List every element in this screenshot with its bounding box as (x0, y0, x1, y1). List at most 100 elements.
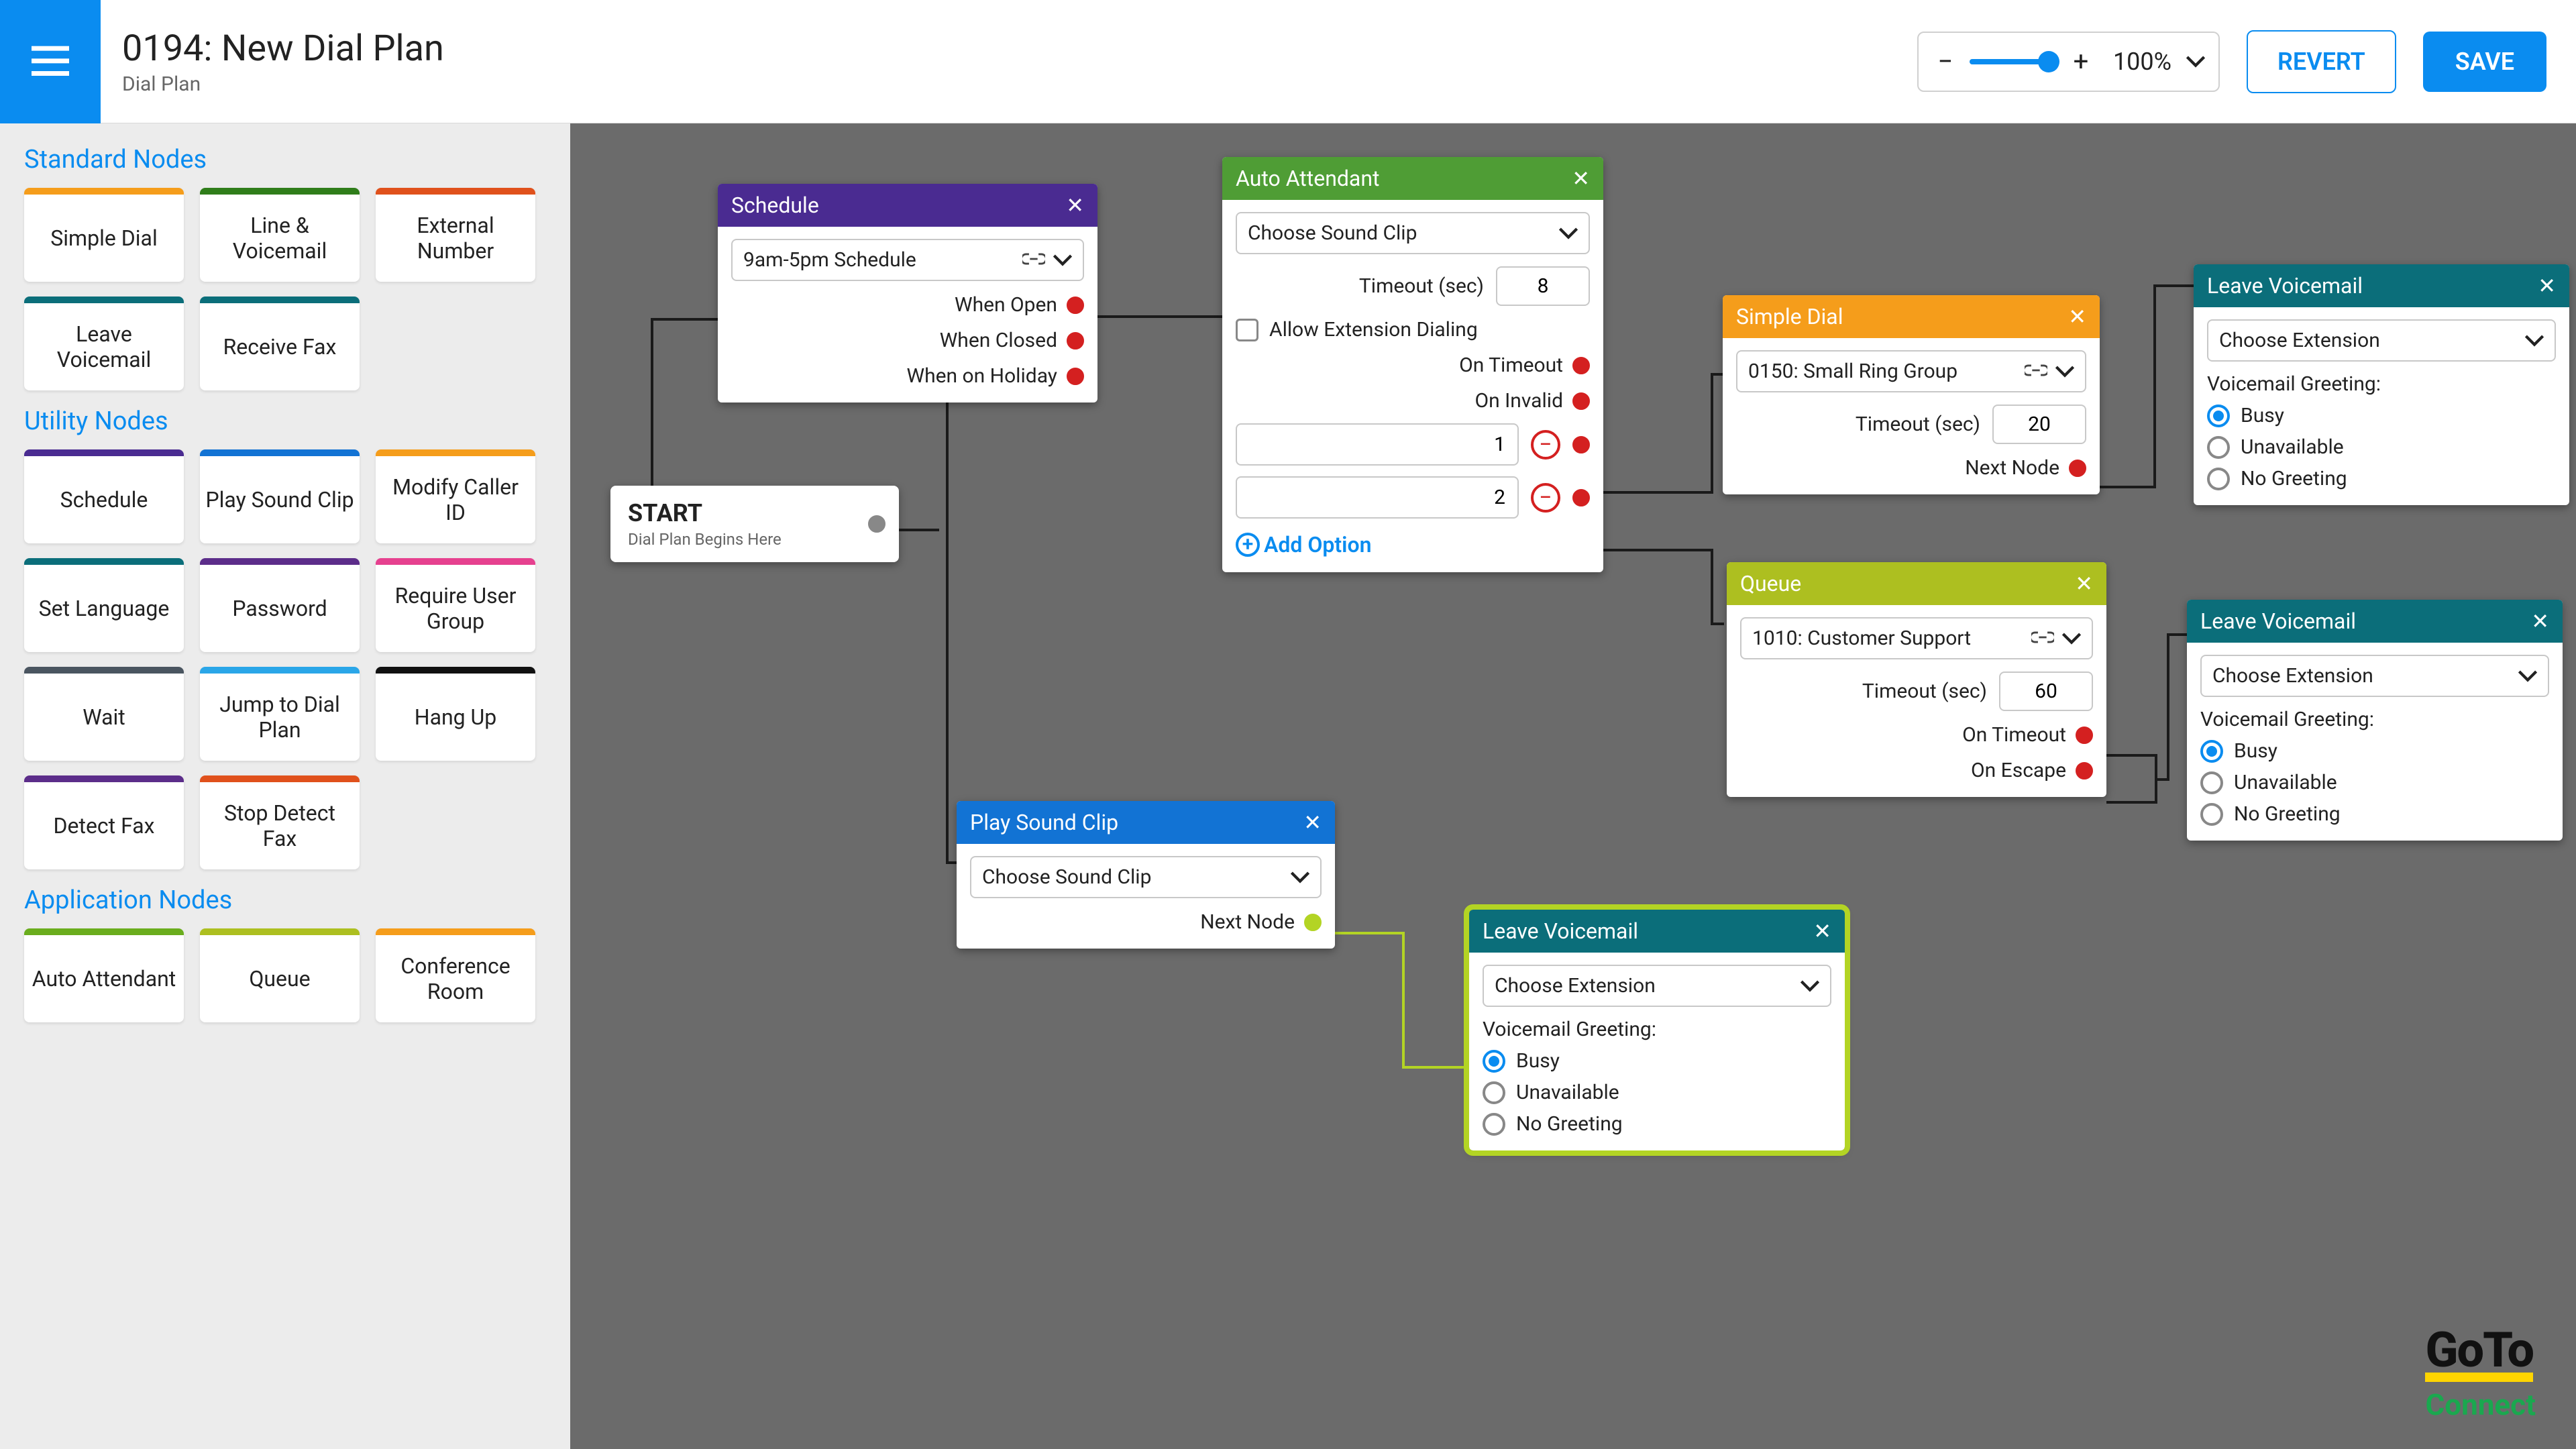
vm1-title: Leave Voicemail (2207, 273, 2363, 299)
tile-line-voicemail[interactable]: Line & Voicemail (200, 188, 360, 282)
node-auto-attendant[interactable]: Auto Attendant ✕ Choose Sound Clip Timeo… (1222, 157, 1603, 572)
port-when-closed[interactable] (1067, 332, 1084, 350)
node-start[interactable]: START Dial Plan Begins Here (610, 486, 899, 562)
port-when-open[interactable] (1067, 297, 1084, 314)
plus-icon: + (1236, 533, 1260, 557)
tile-wait[interactable]: Wait (24, 667, 184, 761)
chevron-down-icon[interactable] (2186, 56, 2205, 68)
aa-timeout-input[interactable] (1496, 266, 1590, 306)
radio-no-greeting[interactable] (2200, 803, 2223, 826)
title-block: 0194: New Dial Plan Dial Plan (122, 28, 444, 96)
aa-allow-ext-checkbox[interactable] (1236, 319, 1258, 341)
vm-picker[interactable]: Choose Extension (1483, 965, 1831, 1007)
tile-external-number[interactable]: External Number (376, 188, 535, 282)
sd-timeout-input[interactable] (1992, 405, 2086, 444)
radio-unavailable[interactable] (2207, 436, 2230, 459)
port-option-1[interactable] (1572, 436, 1590, 453)
tile-queue[interactable]: Queue (200, 928, 360, 1022)
tile-schedule[interactable]: Schedule (24, 449, 184, 543)
queue-picker[interactable]: 1010: Customer Support (1740, 617, 2093, 659)
close-icon[interactable]: ✕ (2075, 571, 2093, 596)
port-when-holiday[interactable] (1067, 368, 1084, 385)
radio-no-greeting[interactable] (2207, 468, 2230, 490)
schedule-out-closed: When Closed (940, 329, 1057, 352)
tile-simple-dial[interactable]: Simple Dial (24, 188, 184, 282)
tile-hang-up[interactable]: Hang Up (376, 667, 535, 761)
sd-picker[interactable]: 0150: Small Ring Group (1736, 350, 2086, 392)
close-icon[interactable]: ✕ (1303, 810, 1322, 835)
radio-busy[interactable] (1483, 1050, 1505, 1073)
node-palette: Standard Nodes Simple Dial Line & Voicem… (0, 123, 570, 1449)
revert-button[interactable]: REVERT (2247, 30, 2396, 93)
tile-set-language[interactable]: Set Language (24, 558, 184, 652)
tile-auto-attendant[interactable]: Auto Attendant (24, 928, 184, 1022)
node-leave-voicemail-selected[interactable]: Leave Voicemail ✕ Choose Extension Voice… (1469, 910, 1845, 1150)
node-leave-voicemail-1[interactable]: Leave Voicemail ✕ Choose Extension Voice… (2194, 264, 2569, 505)
close-icon[interactable]: ✕ (1572, 166, 1590, 191)
ps-picker-label: Choose Sound Clip (982, 865, 1151, 889)
node-simple-dial[interactable]: Simple Dial ✕ 0150: Small Ring Group Tim… (1723, 295, 2100, 494)
aa-sound-picker[interactable]: Choose Sound Clip (1236, 212, 1590, 254)
tile-play-sound-clip[interactable]: Play Sound Clip (200, 449, 360, 543)
tile-receive-fax[interactable]: Receive Fax (200, 297, 360, 390)
port-queue-timeout[interactable] (2076, 727, 2093, 744)
node-queue[interactable]: Queue ✕ 1010: Customer Support Timeout (… (1727, 562, 2106, 797)
aa-option-2-input[interactable] (1236, 476, 1519, 519)
radio-label: Unavailable (2241, 435, 2344, 459)
page-title: 0194: New Dial Plan (122, 28, 444, 70)
delete-option-icon[interactable]: − (1531, 483, 1560, 513)
save-button[interactable]: SAVE (2423, 32, 2546, 92)
queue-timeout-input[interactable] (1999, 672, 2093, 711)
start-title: START (628, 499, 845, 527)
menu-button[interactable] (0, 0, 101, 123)
tile-jump-to-dial-plan[interactable]: Jump to Dial Plan (200, 667, 360, 761)
sd-picker-label: 0150: Small Ring Group (1748, 360, 1957, 383)
start-port[interactable] (868, 515, 885, 533)
radio-unavailable[interactable] (1483, 1081, 1505, 1104)
radio-no-greeting[interactable] (1483, 1113, 1505, 1136)
zoom-out-button[interactable]: − (1932, 48, 1959, 75)
tile-leave-voicemail[interactable]: Leave Voicemail (24, 297, 184, 390)
close-icon[interactable]: ✕ (2068, 304, 2086, 329)
vm-greeting-label: Voicemail Greeting: (1483, 1018, 1831, 1041)
tile-conference-room[interactable]: Conference Room (376, 928, 535, 1022)
ps-picker[interactable]: Choose Sound Clip (970, 856, 1322, 898)
zoom-slider[interactable] (1970, 59, 2057, 64)
vm2-greeting-label: Voicemail Greeting: (2200, 708, 2549, 731)
chevron-down-icon (1291, 871, 1309, 883)
chevron-down-icon (2518, 670, 2537, 682)
node-schedule[interactable]: Schedule ✕ 9am-5pm Schedule When Open Wh… (718, 184, 1097, 402)
app-header: 0194: New Dial Plan Dial Plan − + 100% R… (0, 0, 2576, 123)
logo: GoTo Connect (2425, 1322, 2536, 1422)
chevron-down-icon (2525, 335, 2544, 347)
tile-stop-detect-fax[interactable]: Stop Detect Fax (200, 775, 360, 869)
tile-modify-caller-id[interactable]: Modify Caller ID (376, 449, 535, 543)
vm1-picker[interactable]: Choose Extension (2207, 319, 2556, 362)
sd-timeout-label: Timeout (sec) (1856, 413, 1980, 436)
radio-busy[interactable] (2200, 740, 2223, 763)
tile-require-user-group[interactable]: Require User Group (376, 558, 535, 652)
port-option-2[interactable] (1572, 489, 1590, 506)
port-on-timeout[interactable] (1572, 357, 1590, 374)
radio-busy[interactable] (2207, 405, 2230, 427)
close-icon[interactable]: ✕ (2538, 273, 2556, 299)
port-queue-escape[interactable] (2076, 762, 2093, 780)
close-icon[interactable]: ✕ (1813, 918, 1831, 944)
tile-detect-fax[interactable]: Detect Fax (24, 775, 184, 869)
port-ps-next[interactable] (1304, 914, 1322, 931)
add-option-button[interactable]: + Add Option (1236, 532, 1590, 557)
close-icon[interactable]: ✕ (2531, 608, 2549, 634)
zoom-in-button[interactable]: + (2068, 48, 2094, 75)
flow-canvas[interactable]: START Dial Plan Begins Here Schedule ✕ 9… (570, 123, 2576, 1449)
radio-unavailable[interactable] (2200, 771, 2223, 794)
delete-option-icon[interactable]: − (1531, 430, 1560, 460)
node-leave-voicemail-2[interactable]: Leave Voicemail ✕ Choose Extension Voice… (2187, 600, 2563, 841)
aa-option-1-input[interactable] (1236, 423, 1519, 466)
node-play-sound-clip[interactable]: Play Sound Clip ✕ Choose Sound Clip Next… (957, 801, 1335, 949)
tile-password[interactable]: Password (200, 558, 360, 652)
close-icon[interactable]: ✕ (1066, 193, 1084, 218)
schedule-picker[interactable]: 9am-5pm Schedule (731, 239, 1084, 281)
vm2-picker[interactable]: Choose Extension (2200, 655, 2549, 697)
port-sd-next[interactable] (2069, 460, 2086, 477)
port-on-invalid[interactable] (1572, 392, 1590, 410)
